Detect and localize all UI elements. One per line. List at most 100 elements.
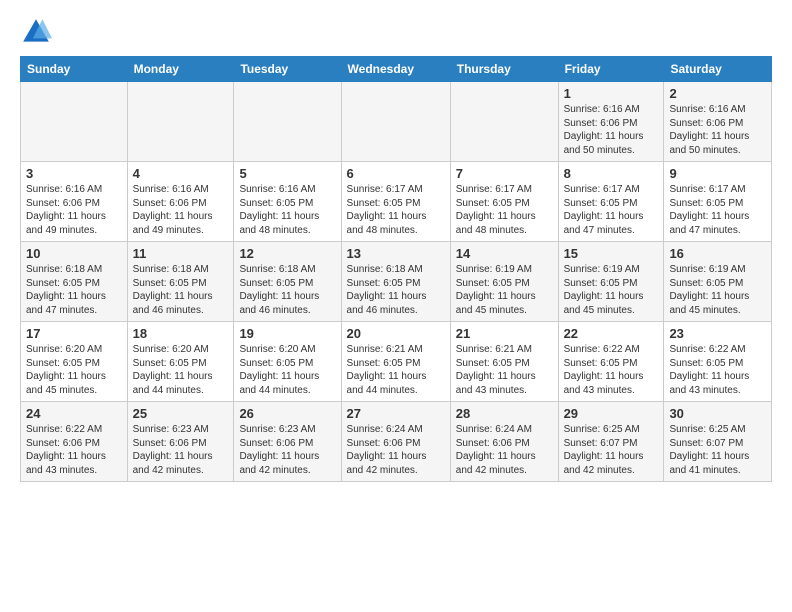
calendar-cell <box>234 82 341 162</box>
calendar-cell: 13Sunrise: 6:18 AM Sunset: 6:05 PM Dayli… <box>341 242 450 322</box>
calendar-cell <box>341 82 450 162</box>
calendar-cell: 25 Sunrise: 6:23 AM Sunset: 6:06 PM Dayli… <box>127 402 234 482</box>
header <box>20 16 772 48</box>
calendar-cell: 6 Sunrise: 6:17 AM Sunset: 6:05 PM Daylig… <box>341 162 450 242</box>
day-info: Sunrise: 6:23 AM Sunset: 6:06 PM Dayligh… <box>133 423 229 477</box>
calendar-cell: 23 Sunrise: 6:22 AM Sunset: 6:05 PM Dayli… <box>664 322 772 402</box>
logo <box>20 16 56 48</box>
day-number: 16 <box>669 246 766 261</box>
day-number: 8 <box>564 166 659 181</box>
calendar-cell: 30 Sunrise: 6:25 AM Sunset: 6:07 PM Dayli… <box>664 402 772 482</box>
calendar-cell: 22Sunrise: 6:22 AM Sunset: 6:05 PM Dayli… <box>558 322 664 402</box>
day-info: Sunrise: 6:18 AM Sunset: 6:05 PM Dayligh… <box>239 263 335 317</box>
week-row-1: 1 Sunrise: 6:16 AM Sunset: 6:06 PM Daylig… <box>21 82 772 162</box>
day-number: 18 <box>133 326 229 341</box>
day-info: Sunrise: 6:20 AM Sunset: 6:05 PM Dayligh… <box>239 343 335 397</box>
logo-icon <box>20 16 52 48</box>
calendar-cell: 11 Sunrise: 6:18 AM Sunset: 6:05 PM Dayli… <box>127 242 234 322</box>
calendar-cell: 17 Sunrise: 6:20 AM Sunset: 6:05 PM Dayli… <box>21 322 128 402</box>
day-info: Sunrise: 6:17 AM Sunset: 6:05 PM Dayligh… <box>669 183 766 237</box>
day-info: Sunrise: 6:16 AM Sunset: 6:06 PM Dayligh… <box>564 103 659 157</box>
day-info: Sunrise: 6:18 AM Sunset: 6:05 PM Dayligh… <box>347 263 445 317</box>
day-info: Sunrise: 6:19 AM Sunset: 6:05 PM Dayligh… <box>456 263 553 317</box>
day-number: 2 <box>669 86 766 101</box>
calendar-cell: 7 Sunrise: 6:17 AM Sunset: 6:05 PM Daylig… <box>450 162 558 242</box>
day-info: Sunrise: 6:18 AM Sunset: 6:05 PM Dayligh… <box>133 263 229 317</box>
day-info: Sunrise: 6:20 AM Sunset: 6:05 PM Dayligh… <box>133 343 229 397</box>
weekday-header-monday: Monday <box>127 57 234 82</box>
day-info: Sunrise: 6:25 AM Sunset: 6:07 PM Dayligh… <box>564 423 659 477</box>
calendar-cell: 15 Sunrise: 6:19 AM Sunset: 6:05 PM Dayli… <box>558 242 664 322</box>
day-info: Sunrise: 6:19 AM Sunset: 6:05 PM Dayligh… <box>669 263 766 317</box>
day-info: Sunrise: 6:17 AM Sunset: 6:05 PM Dayligh… <box>456 183 553 237</box>
calendar-cell <box>21 82 128 162</box>
day-number: 26 <box>239 406 335 421</box>
day-info: Sunrise: 6:22 AM Sunset: 6:05 PM Dayligh… <box>564 343 659 397</box>
day-info: Sunrise: 6:24 AM Sunset: 6:06 PM Dayligh… <box>347 423 445 477</box>
day-info: Sunrise: 6:19 AM Sunset: 6:05 PM Dayligh… <box>564 263 659 317</box>
day-number: 23 <box>669 326 766 341</box>
calendar-cell: 26 Sunrise: 6:23 AM Sunset: 6:06 PM Dayli… <box>234 402 341 482</box>
day-info: Sunrise: 6:16 AM Sunset: 6:06 PM Dayligh… <box>669 103 766 157</box>
calendar-cell: 3Sunrise: 6:16 AM Sunset: 6:06 PM Daylig… <box>21 162 128 242</box>
day-number: 1 <box>564 86 659 101</box>
day-number: 12 <box>239 246 335 261</box>
day-number: 24 <box>26 406 122 421</box>
week-row-4: 17 Sunrise: 6:20 AM Sunset: 6:05 PM Dayli… <box>21 322 772 402</box>
day-info: Sunrise: 6:20 AM Sunset: 6:05 PM Dayligh… <box>26 343 122 397</box>
day-info: Sunrise: 6:23 AM Sunset: 6:06 PM Dayligh… <box>239 423 335 477</box>
weekday-header-tuesday: Tuesday <box>234 57 341 82</box>
day-info: Sunrise: 6:16 AM Sunset: 6:05 PM Dayligh… <box>239 183 335 237</box>
day-number: 3 <box>26 166 122 181</box>
calendar-cell: 5 Sunrise: 6:16 AM Sunset: 6:05 PM Daylig… <box>234 162 341 242</box>
calendar: SundayMondayTuesdayWednesdayThursdayFrid… <box>20 56 772 482</box>
calendar-cell: 19 Sunrise: 6:20 AM Sunset: 6:05 PM Dayli… <box>234 322 341 402</box>
day-number: 28 <box>456 406 553 421</box>
weekday-header-row: SundayMondayTuesdayWednesdayThursdayFrid… <box>21 57 772 82</box>
weekday-header-sunday: Sunday <box>21 57 128 82</box>
week-row-5: 24 Sunrise: 6:22 AM Sunset: 6:06 PM Dayli… <box>21 402 772 482</box>
calendar-cell: 20 Sunrise: 6:21 AM Sunset: 6:05 PM Dayli… <box>341 322 450 402</box>
day-info: Sunrise: 6:22 AM Sunset: 6:05 PM Dayligh… <box>669 343 766 397</box>
page: SundayMondayTuesdayWednesdayThursdayFrid… <box>0 0 792 498</box>
day-number: 7 <box>456 166 553 181</box>
weekday-header-wednesday: Wednesday <box>341 57 450 82</box>
calendar-cell: 2 Sunrise: 6:16 AM Sunset: 6:06 PM Daylig… <box>664 82 772 162</box>
day-number: 25 <box>133 406 229 421</box>
day-number: 20 <box>347 326 445 341</box>
calendar-cell <box>450 82 558 162</box>
calendar-cell: 14 Sunrise: 6:19 AM Sunset: 6:05 PM Dayli… <box>450 242 558 322</box>
week-row-2: 3 Sunrise: 6:16 AM Sunset: 6:06 PM Daylig… <box>21 162 772 242</box>
day-number: 5 <box>239 166 335 181</box>
day-number: 15 <box>564 246 659 261</box>
calendar-cell <box>127 82 234 162</box>
day-info: Sunrise: 6:16 AM Sunset: 6:06 PM Dayligh… <box>133 183 229 237</box>
day-info: Sunrise: 6:21 AM Sunset: 6:05 PM Dayligh… <box>456 343 553 397</box>
calendar-cell: 8 Sunrise: 6:17 AM Sunset: 6:05 PM Daylig… <box>558 162 664 242</box>
day-info: Sunrise: 6:25 AM Sunset: 6:07 PM Dayligh… <box>669 423 766 477</box>
weekday-header-thursday: Thursday <box>450 57 558 82</box>
calendar-cell: 10Sunrise: 6:18 AM Sunset: 6:05 PM Dayli… <box>21 242 128 322</box>
day-number: 19 <box>239 326 335 341</box>
day-info: Sunrise: 6:24 AM Sunset: 6:06 PM Dayligh… <box>456 423 553 477</box>
calendar-cell: 16 Sunrise: 6:19 AM Sunset: 6:05 PM Dayli… <box>664 242 772 322</box>
day-info: Sunrise: 6:22 AM Sunset: 6:06 PM Dayligh… <box>26 423 122 477</box>
day-info: Sunrise: 6:21 AM Sunset: 6:05 PM Dayligh… <box>347 343 445 397</box>
weekday-header-friday: Friday <box>558 57 664 82</box>
calendar-cell: 28 Sunrise: 6:24 AM Sunset: 6:06 PM Dayli… <box>450 402 558 482</box>
calendar-cell: 21 Sunrise: 6:21 AM Sunset: 6:05 PM Dayli… <box>450 322 558 402</box>
day-number: 14 <box>456 246 553 261</box>
calendar-cell: 1 Sunrise: 6:16 AM Sunset: 6:06 PM Daylig… <box>558 82 664 162</box>
day-info: Sunrise: 6:17 AM Sunset: 6:05 PM Dayligh… <box>347 183 445 237</box>
calendar-cell: 4Sunrise: 6:16 AM Sunset: 6:06 PM Daylig… <box>127 162 234 242</box>
day-number: 27 <box>347 406 445 421</box>
calendar-cell: 29Sunrise: 6:25 AM Sunset: 6:07 PM Dayli… <box>558 402 664 482</box>
day-number: 17 <box>26 326 122 341</box>
day-info: Sunrise: 6:17 AM Sunset: 6:05 PM Dayligh… <box>564 183 659 237</box>
day-number: 11 <box>133 246 229 261</box>
weekday-header-saturday: Saturday <box>664 57 772 82</box>
day-number: 21 <box>456 326 553 341</box>
calendar-cell: 27 Sunrise: 6:24 AM Sunset: 6:06 PM Dayli… <box>341 402 450 482</box>
day-number: 30 <box>669 406 766 421</box>
day-number: 6 <box>347 166 445 181</box>
